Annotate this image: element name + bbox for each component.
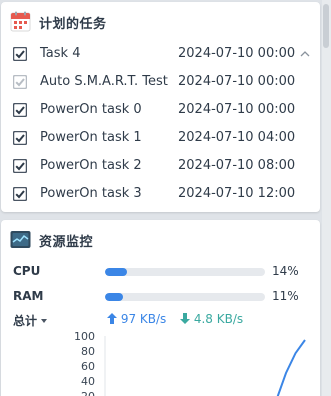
- task-next-run-time: 2024-07-10 12:00: [178, 186, 296, 201]
- arrow-up-icon: [107, 313, 117, 324]
- task-next-run-time: 2024-07-10 04:00: [178, 130, 296, 145]
- task-row[interactable]: Task 4 2024-07-10 00:00: [1, 40, 320, 68]
- dropdown-label: 总计: [13, 314, 38, 328]
- checkbox-checked-icon[interactable]: [13, 103, 27, 117]
- checkbox-checked-icon[interactable]: [13, 187, 27, 201]
- network-total-dropdown[interactable]: 总计: [13, 312, 48, 329]
- y-tick-label: 60: [81, 360, 95, 373]
- network-usage-chart: [104, 336, 306, 396]
- arrow-down-icon: [180, 313, 190, 324]
- cpu-usage-bar: [105, 268, 265, 276]
- task-next-run-time: 2024-07-10 08:00: [178, 158, 296, 173]
- task-row[interactable]: Auto S.M.A.R.T. Test 2024-07-10 00:00: [1, 68, 320, 96]
- task-name: Task 4: [40, 46, 81, 61]
- ram-usage-fill: [105, 293, 123, 301]
- checkbox-checked-icon[interactable]: [13, 159, 27, 173]
- ram-label: RAM: [13, 289, 44, 303]
- upload-rate: 97 KB/s: [107, 312, 166, 326]
- task-name: PowerOn task 1: [40, 130, 142, 145]
- widget-title: 计划的任务: [39, 17, 107, 32]
- task-name: PowerOn task 0: [40, 102, 142, 117]
- task-row[interactable]: PowerOn task 3 2024-07-10 12:00: [1, 180, 320, 208]
- upload-rate-value: 97 KB/s: [120, 312, 167, 326]
- task-row[interactable]: PowerOn task 0 2024-07-10 00:00: [1, 96, 320, 124]
- checkbox-checked-icon[interactable]: [13, 131, 27, 145]
- resource-monitor-widget: 资源监控 CPU 14% RAM 11% 总计 97 KB/s 4.8 KB/s…: [1, 220, 320, 396]
- task-name: PowerOn task 2: [40, 158, 142, 173]
- y-tick-label: 80: [81, 345, 95, 358]
- task-row[interactable]: PowerOn task 1 2024-07-10 04:00: [1, 124, 320, 152]
- task-name: Auto S.M.A.R.T. Test: [40, 74, 168, 89]
- task-row[interactable]: PowerOn task 2 2024-07-10 08:00: [1, 152, 320, 180]
- calendar-icon: [10, 11, 31, 32]
- series-line: [276, 339, 306, 396]
- download-rate-value: 4.8 KB/s: [193, 312, 244, 326]
- checkbox-checked-icon[interactable]: [13, 47, 27, 61]
- caret-down-icon: [41, 319, 48, 323]
- task-name: PowerOn task 3: [40, 186, 142, 201]
- scheduled-tasks-widget: 计划的任务 Task 4 2024-07-10 00:00 Auto S.M.A…: [1, 2, 320, 212]
- scrollbar-thumb[interactable]: [323, 4, 329, 48]
- widget-title: 资源监控: [39, 235, 94, 250]
- download-rate: 4.8 KB/s: [180, 312, 243, 326]
- cpu-percent: 14%: [272, 264, 299, 278]
- y-tick-label: 20: [61, 390, 95, 396]
- ram-usage-bar: [105, 293, 265, 301]
- y-tick-label: 100: [74, 330, 95, 343]
- ram-percent: 11%: [272, 289, 299, 303]
- widget-header: 资源监控: [1, 220, 320, 258]
- task-next-run-time: 2024-07-10 00:00: [178, 74, 296, 89]
- cpu-label: CPU: [13, 264, 41, 278]
- chevron-up-icon[interactable]: [299, 49, 311, 59]
- resource-monitor-icon: [10, 231, 31, 248]
- cpu-usage-fill: [105, 268, 128, 276]
- task-next-run-time: 2024-07-10 00:00: [178, 46, 296, 61]
- widget-header: 计划的任务: [1, 2, 320, 40]
- task-next-run-time: 2024-07-10 00:00: [178, 102, 296, 117]
- checkbox-checked-disabled-icon[interactable]: [13, 75, 27, 89]
- page-scrollbar[interactable]: [322, 0, 331, 396]
- y-tick-label: 40: [81, 375, 95, 388]
